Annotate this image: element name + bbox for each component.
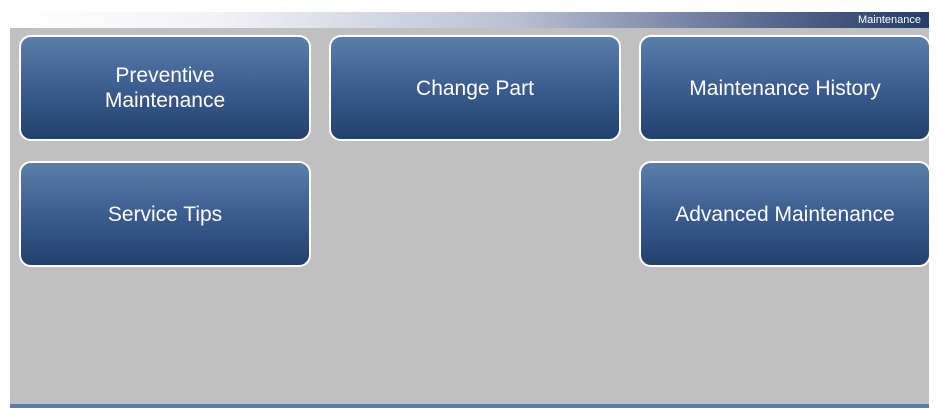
maintenance-history-button[interactable]: Maintenance History [639, 35, 931, 141]
service-tips-label: Service Tips [107, 202, 223, 226]
maintenance-screen: Maintenance Preventive Maintenance Chang… [10, 12, 931, 408]
change-part-button[interactable]: Change Part [329, 35, 621, 141]
maintenance-history-label: Maintenance History [689, 76, 881, 100]
bottom-divider [10, 404, 929, 408]
preventive-maintenance-label: Preventive Maintenance [104, 64, 226, 112]
service-tips-button[interactable]: Service Tips [19, 161, 311, 267]
advanced-maintenance-label: Advanced Maintenance [675, 202, 895, 226]
advanced-maintenance-button[interactable]: Advanced Maintenance [639, 161, 931, 267]
title-bar: Maintenance [10, 12, 929, 28]
preventive-maintenance-button[interactable]: Preventive Maintenance [19, 35, 311, 141]
screen-title: Maintenance [858, 14, 921, 26]
change-part-label: Change Part [416, 76, 534, 100]
